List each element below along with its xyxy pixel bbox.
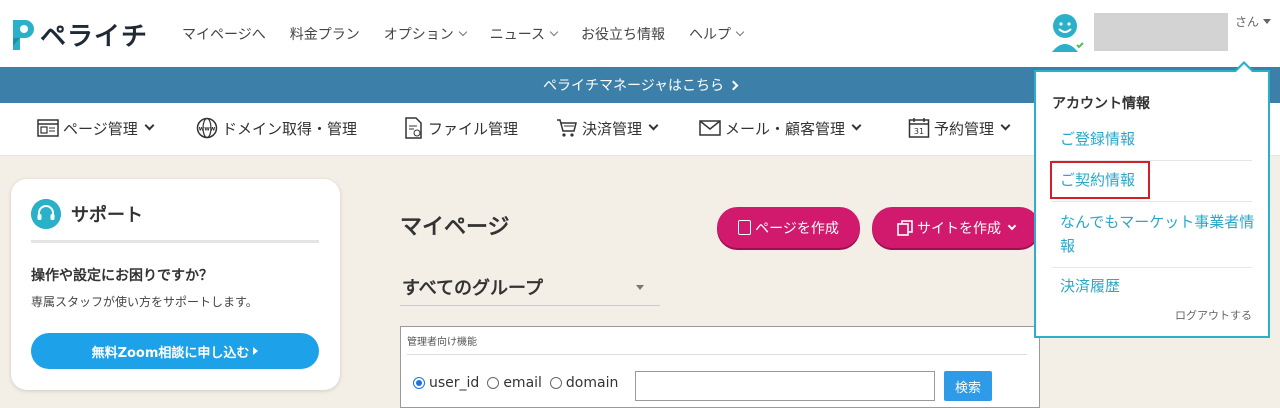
mail-icon bbox=[699, 120, 721, 136]
radio-email[interactable] bbox=[487, 377, 500, 389]
banner-text: ペライチマネージャはこちら bbox=[542, 78, 725, 94]
radio-domain[interactable] bbox=[549, 377, 562, 389]
svg-text:www: www bbox=[199, 126, 216, 133]
site-icon bbox=[897, 219, 913, 236]
chevron-down-icon bbox=[851, 120, 862, 131]
calendar-day: 31 bbox=[914, 127, 924, 136]
caret-down-icon bbox=[636, 285, 644, 290]
admin-panel: 管理者向け機能 user_id email domain 検索 bbox=[400, 326, 1040, 408]
radio-label: domain bbox=[565, 375, 619, 391]
nav-label: マイページへ bbox=[182, 26, 266, 43]
file-icon bbox=[405, 117, 422, 139]
username-box[interactable] bbox=[1094, 13, 1228, 51]
user-menu-toggle[interactable]: さん bbox=[1235, 13, 1272, 30]
radio-label: email bbox=[503, 375, 542, 391]
subnav-domain[interactable]: www ドメイン取得・管理 bbox=[196, 117, 357, 139]
nav-options[interactable]: オプション bbox=[383, 24, 467, 44]
zoom-button-label: 無料Zoom相談に申し込む bbox=[91, 345, 250, 361]
subnav-file[interactable]: ファイル管理 bbox=[402, 117, 518, 139]
user-avatar-icon[interactable] bbox=[1046, 12, 1088, 54]
support-title: サポート bbox=[71, 205, 143, 226]
divider bbox=[1052, 267, 1252, 268]
account-dropdown: アカウント情報 ご登録情報 ご契約情報 なんでもマーケット事業者情報 決済履歴 … bbox=[1034, 70, 1270, 338]
chevron-down-icon bbox=[1000, 120, 1011, 131]
subnav-mail[interactable]: メール・顧客管理 bbox=[699, 117, 862, 139]
highlight-box bbox=[1050, 161, 1150, 199]
chevron-right-icon bbox=[728, 80, 739, 90]
www-icon: www bbox=[196, 117, 218, 139]
caret-right-icon bbox=[253, 347, 259, 355]
dropdown-pointer-inner bbox=[1236, 64, 1252, 72]
logo-text: ペライチ bbox=[40, 22, 149, 52]
nav-tips[interactable]: お役立ち情報 bbox=[581, 24, 665, 44]
dropdown-heading: アカウント情報 bbox=[1052, 96, 1150, 112]
nav-news[interactable]: ニュース bbox=[489, 24, 559, 44]
nav-label: 料金プラン bbox=[289, 26, 360, 43]
menu-payment-history[interactable]: 決済履歴 bbox=[1060, 274, 1256, 298]
subnav-label: ドメイン取得・管理 bbox=[222, 119, 358, 138]
create-page-button[interactable]: ページを作成 bbox=[717, 207, 860, 248]
admin-search-input[interactable] bbox=[635, 371, 935, 401]
chevron-down-icon bbox=[648, 120, 659, 131]
page-title: マイページ bbox=[400, 215, 510, 240]
chevron-down-icon bbox=[144, 120, 155, 131]
nav-mypage[interactable]: マイページへ bbox=[182, 24, 266, 44]
chevron-down-icon bbox=[549, 27, 559, 36]
create-page-label: ページを作成 bbox=[755, 220, 839, 237]
nav-pricing[interactable]: 料金プラン bbox=[290, 24, 360, 44]
subnav-label: メール・顧客管理 bbox=[725, 119, 846, 138]
divider bbox=[407, 354, 1027, 355]
cart-icon bbox=[557, 119, 577, 137]
subnav-label: ファイル管理 bbox=[428, 119, 519, 138]
menu-registration-info[interactable]: ご登録情報 bbox=[1060, 127, 1256, 151]
divider bbox=[1052, 201, 1252, 202]
chevron-down-icon bbox=[458, 27, 467, 36]
support-question: 操作や設定にお困りですか？ bbox=[31, 268, 213, 284]
divider bbox=[31, 240, 319, 243]
group-select-value: すべてのグループ bbox=[402, 278, 543, 299]
chevron-down-icon bbox=[1007, 221, 1017, 230]
zoom-consult-button[interactable]: 無料Zoom相談に申し込む bbox=[31, 333, 319, 369]
chevron-down-icon bbox=[735, 27, 745, 36]
radio-user-id[interactable] bbox=[413, 377, 425, 389]
create-site-button[interactable]: サイトを作成 bbox=[872, 207, 1040, 248]
logout-link[interactable]: ログアウトする bbox=[1175, 307, 1252, 323]
top-header: ペライチ マイページへ 料金プラン オプション ニュース お役立ち情報 ヘルプ … bbox=[0, 0, 1280, 67]
nav-label: ニュース bbox=[489, 26, 546, 43]
create-site-label: サイトを作成 bbox=[917, 220, 1001, 237]
admin-title: 管理者向け機能 bbox=[407, 337, 477, 348]
support-card: サポート 操作や設定にお困りですか？ 専属スタッフが使い方をサポートします。 無… bbox=[11, 179, 340, 390]
calendar-icon: 31 bbox=[908, 118, 930, 138]
subnav-label: 予約管理 bbox=[934, 119, 995, 138]
nav-label: オプション bbox=[383, 26, 454, 43]
main-nav: マイページへ 料金プラン オプション ニュース お役立ち情報 ヘルプ bbox=[182, 0, 767, 67]
menu-market-vendor-info[interactable]: なんでもマーケット事業者情報 bbox=[1060, 210, 1256, 258]
radio-label: user_id bbox=[429, 375, 480, 391]
subnav-label: ページ管理 bbox=[63, 119, 138, 138]
subnav-payment[interactable]: 決済管理 bbox=[556, 117, 659, 139]
subnav-page-management[interactable]: ページ管理 bbox=[37, 117, 155, 139]
page-icon bbox=[37, 119, 59, 137]
logo[interactable]: ペライチ bbox=[10, 16, 148, 53]
support-description: 専属スタッフが使い方をサポートします。 bbox=[31, 295, 258, 309]
headset-icon bbox=[31, 199, 61, 229]
support-header: サポート bbox=[31, 199, 143, 229]
nav-label: お役立ち情報 bbox=[581, 26, 666, 43]
search-button[interactable]: 検索 bbox=[944, 371, 992, 401]
nav-help[interactable]: ヘルプ bbox=[689, 24, 745, 44]
peraichi-logo-icon bbox=[13, 19, 34, 50]
subnav-reservation[interactable]: 31 予約管理 bbox=[908, 117, 1011, 139]
nav-label: ヘルプ bbox=[689, 26, 732, 43]
subnav-label: 決済管理 bbox=[582, 119, 643, 138]
user-suffix: さん bbox=[1235, 15, 1260, 29]
group-select[interactable]: すべてのグループ bbox=[400, 270, 660, 306]
document-icon bbox=[738, 220, 752, 235]
search-type-radios: user_id email domain bbox=[413, 375, 626, 391]
caret-down-icon bbox=[1263, 19, 1272, 24]
